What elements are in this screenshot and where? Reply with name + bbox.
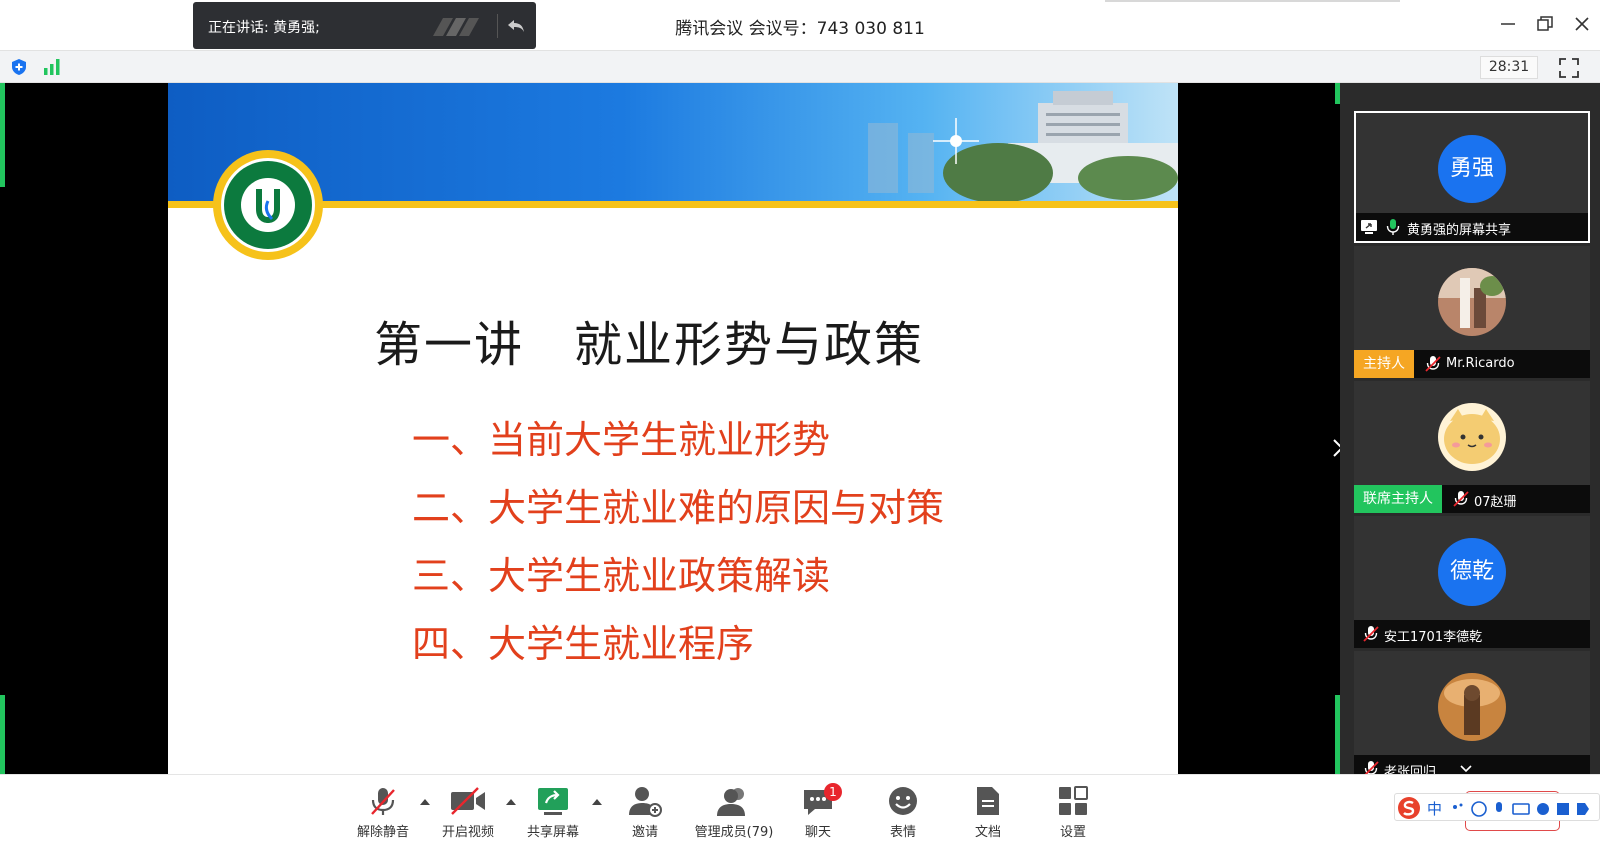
avatar bbox=[1438, 673, 1506, 741]
share-screen-button[interactable]: 共享屏幕 bbox=[515, 783, 591, 845]
ime-toolbar: 中 bbox=[1394, 793, 1600, 821]
microphone-muted-icon bbox=[1364, 761, 1379, 774]
speaking-border bbox=[0, 83, 5, 187]
host-badge: 主持人 bbox=[1354, 350, 1414, 378]
restore-icon[interactable] bbox=[1535, 14, 1555, 34]
participant-tile[interactable]: 联席主持人 07赵珊 bbox=[1354, 381, 1590, 513]
presentation-slide: 第一讲 就业形势与政策 一、当前大学生就业形势 二、大学生就业难的原因与对策 三… bbox=[168, 83, 1178, 774]
sogou-logo-icon[interactable] bbox=[1397, 796, 1421, 820]
toolbar-label: 文档 bbox=[974, 825, 1001, 840]
participant-name-bar: 联席主持人 07赵珊 bbox=[1354, 485, 1590, 513]
document-icon bbox=[977, 787, 999, 815]
manage-members-button[interactable]: 管理成员(79) bbox=[691, 783, 777, 845]
participant-name: 安工1701李德乾 bbox=[1384, 630, 1483, 645]
avatar: 勇强 bbox=[1438, 135, 1506, 203]
toolbar-label: 共享屏幕 bbox=[526, 825, 579, 840]
shared-screen-area: 第一讲 就业形势与政策 一、当前大学生就业形势 二、大学生就业难的原因与对策 三… bbox=[0, 83, 1344, 774]
slide-title: 第一讲 就业形势与政策 bbox=[374, 317, 925, 373]
unmute-button[interactable]: 解除静音 bbox=[345, 783, 421, 845]
start-video-button[interactable]: 开启视频 bbox=[430, 783, 506, 845]
smiley-icon bbox=[889, 787, 917, 815]
settings-button[interactable]: 设置 bbox=[1035, 783, 1111, 845]
slide-item: 二、大学生就业难的原因与对策 bbox=[412, 486, 945, 530]
emoji-button[interactable]: 表情 bbox=[865, 783, 941, 845]
meeting-timer: 28:31 bbox=[1480, 56, 1538, 79]
participant-name: Mr.Ricardo bbox=[1446, 356, 1515, 371]
speaking-indicator: 正在讲话: 黄勇强; bbox=[193, 2, 536, 49]
unread-badge: 1 bbox=[824, 783, 842, 801]
chevron-down-icon[interactable] bbox=[1458, 761, 1474, 774]
toolbar-label: 解除静音 bbox=[356, 825, 409, 840]
return-arrow-icon[interactable] bbox=[505, 15, 527, 37]
microphone-muted-icon bbox=[1453, 491, 1469, 507]
share-screen-icon bbox=[538, 788, 568, 815]
close-icon[interactable] bbox=[1572, 14, 1592, 34]
microphone-muted-icon bbox=[1425, 356, 1441, 372]
participant-tile[interactable]: 主持人 Mr.Ricardo bbox=[1354, 246, 1590, 378]
speaking-text: 正在讲话: 黄勇强; bbox=[208, 20, 320, 36]
apps-grid-icon bbox=[1059, 786, 1088, 815]
toolbar-label: 表情 bbox=[889, 825, 916, 840]
ime-language[interactable]: 中 bbox=[1427, 798, 1442, 819]
participant-tile[interactable]: 德乾 安工1701李德乾 bbox=[1354, 516, 1590, 648]
fullscreen-icon[interactable] bbox=[1558, 57, 1580, 79]
divider bbox=[497, 14, 498, 38]
avatar bbox=[1438, 268, 1506, 336]
add-user-icon bbox=[629, 787, 662, 817]
minimize-icon[interactable] bbox=[1498, 14, 1518, 34]
slide-item: 一、当前大学生就业形势 bbox=[412, 418, 831, 462]
title-bar: 腾讯会议 会议号：743 030 811 正在讲话: 黄勇强; bbox=[0, 0, 1600, 50]
participant-name-bar: 老张回归 bbox=[1354, 755, 1590, 774]
speaking-border bbox=[0, 695, 5, 774]
participant-name: 老张回归 bbox=[1384, 765, 1437, 774]
meeting-toolbar: 解除静音 开启视频 共享屏幕 邀请 管理成员(79) 1 聊天 表情 文档 设置… bbox=[0, 774, 1600, 852]
toolbar-label: 邀请 bbox=[631, 825, 658, 840]
participant-name-bar: 黄勇强的屏幕共享 bbox=[1356, 213, 1588, 241]
participant-tile[interactable]: 勇强 黄勇强的屏幕共享 bbox=[1354, 111, 1590, 243]
chat-button[interactable]: 1 聊天 bbox=[780, 783, 856, 845]
top-divider bbox=[1105, 0, 1400, 2]
toolbar-label: 聊天 bbox=[804, 825, 831, 840]
participant-tile[interactable]: 老张回归 bbox=[1354, 651, 1590, 774]
campus-image bbox=[868, 91, 1178, 201]
slide-item: 三、大学生就业政策解读 bbox=[412, 554, 831, 598]
participant-panel: 勇强 黄勇强的屏幕共享 主持人 Mr.Ricardo 联席主持人 07赵珊 德乾… bbox=[1340, 83, 1600, 774]
network-signal-icon[interactable] bbox=[42, 58, 62, 76]
toolbar-label: 开启视频 bbox=[441, 825, 494, 840]
ime-tools-icon[interactable] bbox=[1451, 801, 1591, 817]
participant-name-bar: 主持人 Mr.Ricardo bbox=[1354, 350, 1590, 378]
avatar bbox=[1438, 403, 1506, 471]
co-host-badge: 联席主持人 bbox=[1354, 485, 1442, 513]
university-logo-icon bbox=[213, 150, 323, 260]
microphone-on-icon bbox=[1386, 219, 1400, 235]
screen-share-icon bbox=[1361, 220, 1377, 234]
members-icon bbox=[717, 788, 745, 816]
microphone-muted-icon bbox=[371, 788, 395, 815]
shield-icon[interactable] bbox=[10, 58, 28, 76]
participant-name-bar: 安工1701李德乾 bbox=[1354, 620, 1590, 648]
slide-item: 四、大学生就业程序 bbox=[412, 622, 755, 666]
camera-off-icon bbox=[451, 787, 485, 815]
participant-name: 07赵珊 bbox=[1474, 495, 1517, 510]
invite-button[interactable]: 邀请 bbox=[607, 783, 683, 845]
docs-button[interactable]: 文档 bbox=[950, 783, 1026, 845]
blurred-names-icon bbox=[433, 18, 479, 36]
avatar: 德乾 bbox=[1438, 538, 1506, 606]
toolbar-label: 管理成员(79) bbox=[694, 825, 774, 840]
toolbar-label: 设置 bbox=[1059, 825, 1086, 840]
microphone-muted-icon bbox=[1363, 626, 1379, 642]
participant-name: 黄勇强的屏幕共享 bbox=[1407, 223, 1512, 238]
info-bar: 28:31 bbox=[0, 50, 1600, 83]
share-options-caret[interactable] bbox=[592, 799, 602, 805]
audio-options-caret[interactable] bbox=[420, 799, 430, 805]
